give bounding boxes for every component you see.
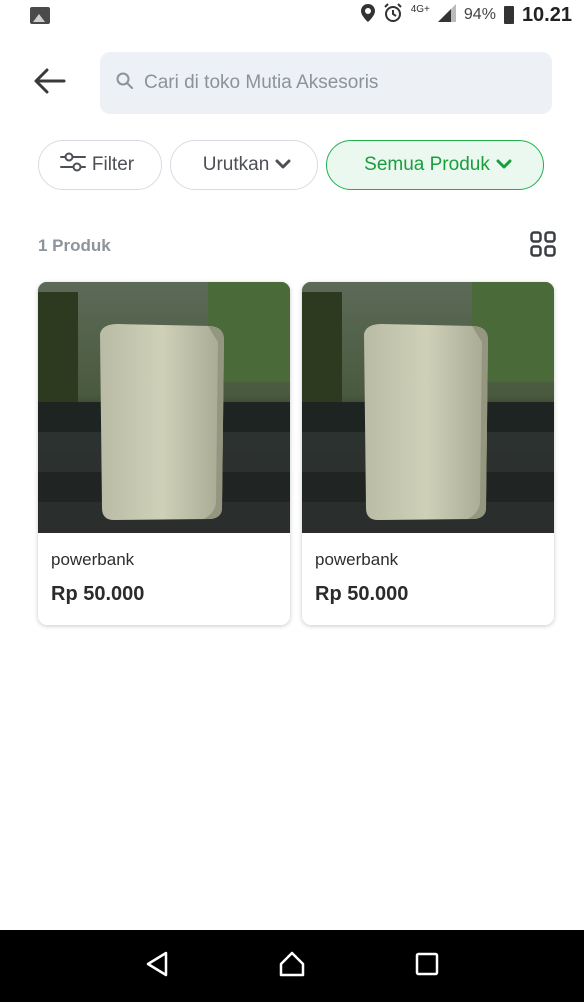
chevron-down-icon bbox=[496, 154, 512, 176]
filter-chips: Filter Urutkan Semua Produk bbox=[0, 140, 584, 190]
results-header: 1 Produk bbox=[38, 230, 556, 262]
system-nav-bar bbox=[0, 930, 584, 1002]
product-count: 1 Produk bbox=[38, 236, 111, 255]
category-dropdown[interactable]: Semua Produk bbox=[326, 140, 544, 190]
filter-label: Filter bbox=[91, 154, 135, 175]
sort-label: Urutkan bbox=[202, 154, 270, 175]
back-button[interactable] bbox=[0, 52, 100, 114]
search-placeholder: Cari di toko Mutia Aksesoris bbox=[144, 72, 379, 93]
product-name: powerbank bbox=[315, 550, 399, 569]
product-price: Rp 50.000 bbox=[315, 583, 409, 605]
filter-icon bbox=[59, 151, 86, 179]
nav-recents-button[interactable] bbox=[397, 936, 457, 996]
gallery-icon bbox=[30, 6, 50, 24]
nav-back-button[interactable] bbox=[127, 936, 187, 996]
battery-percent: 94% bbox=[463, 6, 496, 23]
nav-home-icon bbox=[278, 950, 306, 983]
chevron-down-icon bbox=[275, 154, 291, 176]
search-input[interactable]: Cari di toko Mutia Aksesoris bbox=[100, 52, 552, 114]
product-image bbox=[38, 282, 290, 533]
header: Cari di toko Mutia Aksesoris bbox=[0, 52, 584, 114]
nav-recents-icon bbox=[415, 952, 439, 981]
clock: 10.21 bbox=[521, 3, 572, 26]
product-card[interactable]: powerbank Rp 50.000 bbox=[302, 282, 554, 625]
alarm-icon bbox=[383, 2, 403, 28]
product-name: powerbank bbox=[51, 550, 135, 569]
filter-button[interactable]: Filter bbox=[38, 140, 162, 190]
sort-dropdown[interactable]: Urutkan bbox=[170, 140, 318, 190]
category-label: Semua Produk bbox=[364, 154, 490, 175]
nav-home-button[interactable] bbox=[262, 936, 322, 996]
status-bar: 4G+ 94% 10.21 bbox=[0, 0, 584, 30]
product-price: Rp 50.000 bbox=[51, 583, 145, 605]
back-arrow-icon bbox=[34, 68, 66, 99]
product-image bbox=[302, 282, 554, 533]
location-icon bbox=[360, 3, 375, 27]
grid-view-icon[interactable] bbox=[530, 230, 556, 262]
network-type: 4G+ bbox=[410, 3, 430, 15]
signal-icon bbox=[437, 3, 456, 27]
nav-back-icon bbox=[145, 951, 169, 982]
product-card[interactable]: powerbank Rp 50.000 bbox=[38, 282, 290, 625]
search-icon bbox=[116, 72, 134, 95]
battery-icon bbox=[503, 6, 514, 24]
